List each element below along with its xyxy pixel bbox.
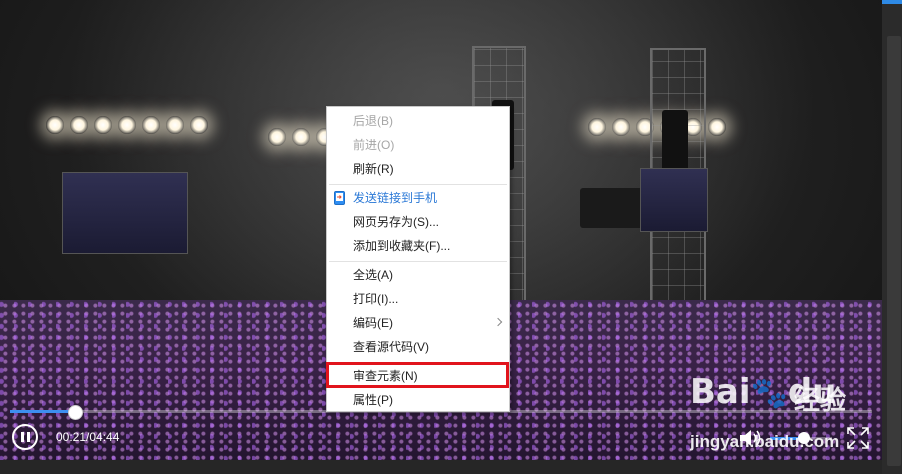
menu-item-add-favorite[interactable]: 添加到收藏夹(F)... <box>327 234 509 258</box>
scrollbar-accent <box>882 0 902 4</box>
menu-item-properties[interactable]: 属性(P) <box>327 388 509 412</box>
progress-fill <box>10 410 74 413</box>
led-screen-left <box>62 172 188 254</box>
scrollbar-thumb[interactable] <box>887 36 901 466</box>
phone-send-icon <box>334 191 345 205</box>
menu-item-view-source[interactable]: 查看源代码(V) <box>327 335 509 359</box>
baidu-jingyan-watermark: Bai🐾du 经验 jingyan.baidu.com <box>690 372 880 460</box>
menu-item-print[interactable]: 打印(I)... <box>327 287 509 311</box>
menu-item-forward[interactable]: 前进(O) <box>327 133 509 157</box>
menu-item-send-to-phone[interactable]: 发送链接到手机 <box>327 186 509 210</box>
progress-handle[interactable] <box>67 405 83 420</box>
led-screen-right <box>640 168 708 232</box>
pause-icon <box>20 432 30 442</box>
menu-item-encoding[interactable]: 编码(E) <box>327 311 509 335</box>
menu-item-label: 发送链接到手机 <box>353 191 438 205</box>
page-scrollbar[interactable] <box>882 0 902 474</box>
menu-separator <box>329 261 507 262</box>
time-display: 00:21/04:44 <box>56 430 120 444</box>
chevron-right-icon <box>493 317 503 327</box>
menu-item-select-all[interactable]: 全选(A) <box>327 263 509 287</box>
menu-separator <box>329 184 507 185</box>
highlight-annotation-box <box>326 362 509 388</box>
page-bottom-strip <box>0 460 882 474</box>
menu-item-save-as[interactable]: 网页另存为(S)... <box>327 210 509 234</box>
stage-lights-center <box>268 128 334 146</box>
watermark-url: jingyan.baidu.com <box>690 432 840 451</box>
stage-lights-left <box>46 116 208 134</box>
menu-item-back[interactable]: 后退(B) <box>327 109 509 133</box>
menu-item-refresh[interactable]: 刷新(R) <box>327 157 509 181</box>
menu-item-label: 编码(E) <box>353 316 393 330</box>
pause-button[interactable] <box>12 424 38 450</box>
watermark-product: 经验 <box>794 385 847 415</box>
